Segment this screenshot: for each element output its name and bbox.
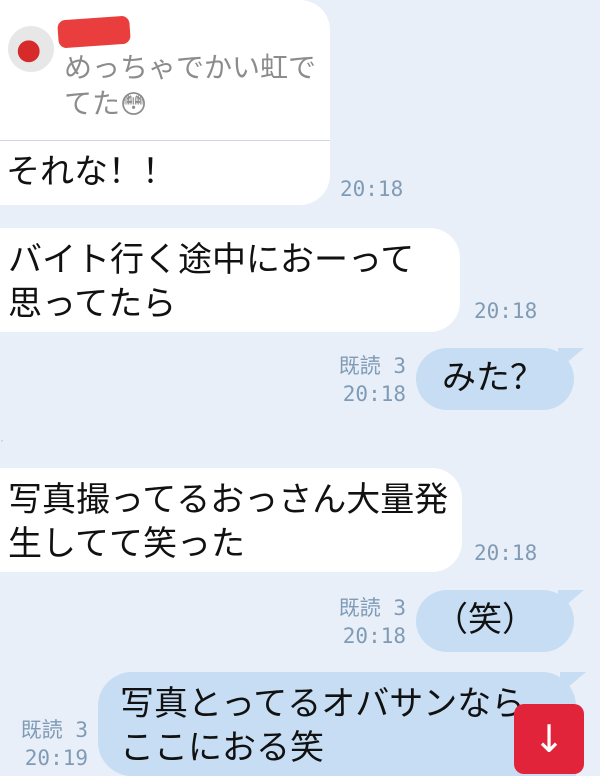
- redacted-name: [57, 15, 131, 49]
- message-text: 写真撮ってるおっさん大量発生してて笑った: [8, 480, 449, 564]
- message-time: 20:18: [474, 299, 538, 323]
- scroll-to-bottom-button[interactable]: ↓: [514, 704, 584, 774]
- message-bubble-right[interactable]: 写真とってるオバサンならここにおる笑: [98, 672, 586, 776]
- message-time: 20:18: [342, 624, 406, 648]
- message-text: （笑）: [434, 600, 536, 640]
- message-time: 20:19: [24, 746, 88, 770]
- quote-divider: [0, 140, 330, 141]
- read-receipt: 既読 3: [338, 596, 406, 620]
- message-bubble-left[interactable]: それな！！: [6, 150, 306, 194]
- message-time: 20:18: [340, 177, 404, 201]
- message-bubble-left[interactable]: バイト行く途中におーって思ってたら: [0, 228, 460, 332]
- quoted-text-body: めっちゃでかい虹でてた: [64, 51, 317, 120]
- message-meta: 既読 3 20:19: [6, 716, 88, 772]
- edge-mark: ·: [0, 434, 4, 448]
- message-meta: 既読 3 20:18: [322, 352, 406, 408]
- message-time: 20:18: [474, 541, 538, 565]
- message-time: 20:18: [342, 382, 406, 406]
- message-bubble-left[interactable]: 写真撮ってるおっさん大量発生してて笑った: [0, 468, 462, 572]
- message-bubble-right[interactable]: （笑）: [416, 590, 584, 652]
- message-bubble-right[interactable]: みた？: [416, 348, 584, 410]
- message-text: 写真とってるオバサンならここにおる笑: [120, 684, 526, 768]
- message-text: それな！！: [6, 152, 176, 192]
- read-receipt: 既読 3: [338, 354, 406, 378]
- arrow-down-icon: ↓: [533, 717, 565, 761]
- message-text: みた？: [442, 358, 544, 398]
- read-receipt: 既読 3: [20, 718, 88, 742]
- avatar: [8, 26, 54, 72]
- flushed-face-emoji-icon: 😳: [120, 90, 148, 120]
- message-text: バイト行く途中におーって思ってたら: [8, 240, 415, 324]
- quoted-text: めっちゃでかい虹でてた😳: [64, 50, 324, 123]
- message-meta: 既読 3 20:18: [322, 594, 406, 650]
